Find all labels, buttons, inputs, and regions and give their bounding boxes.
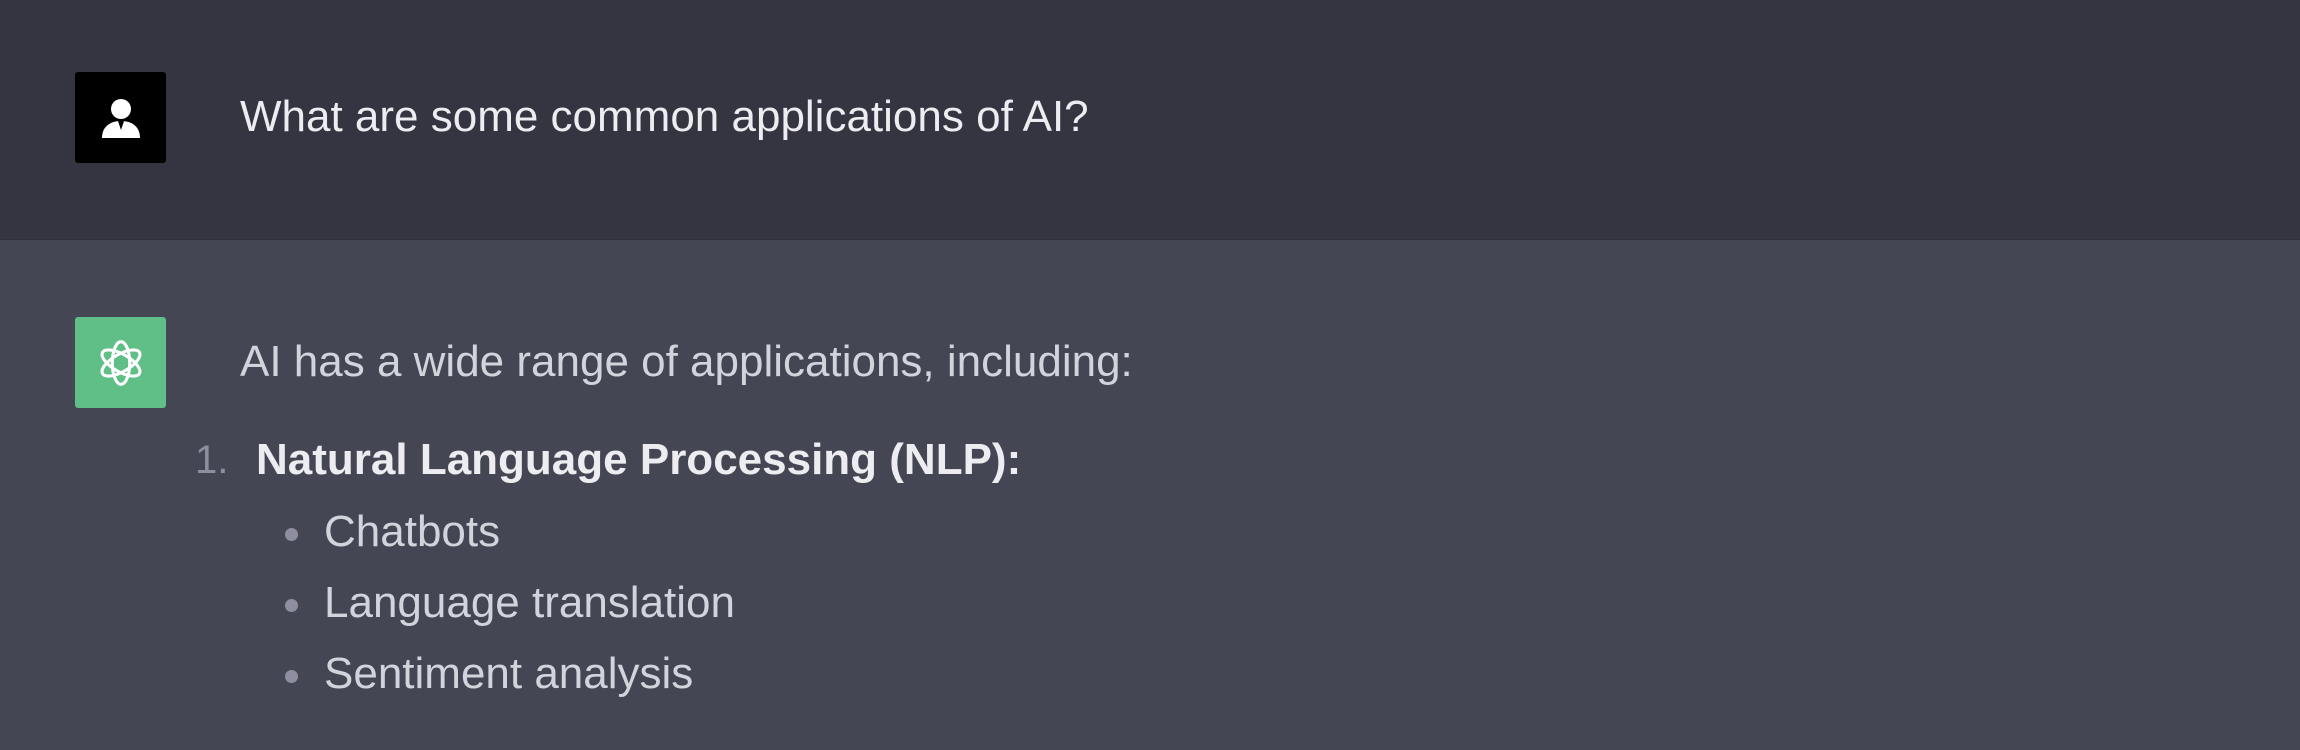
- assistant-avatar: [75, 317, 166, 408]
- list-item-text: Language translation: [324, 578, 735, 627]
- list-item-title: Natural Language Processing (NLP):: [256, 435, 1022, 484]
- bullet-icon: [285, 528, 298, 541]
- user-message-text: What are some common applications of AI?: [240, 92, 1089, 141]
- user-message-row: What are some common applications of AI?: [0, 0, 2300, 240]
- user-silhouette-icon: [101, 98, 140, 138]
- user-avatar: [75, 72, 166, 163]
- list-item: Language translation: [0, 573, 2300, 644]
- assistant-intro-text: AI has a wide range of applications, inc…: [240, 337, 1133, 386]
- ordered-list-item: 1. Natural Language Processing (NLP):: [0, 430, 2300, 490]
- list-item-text: Chatbots: [324, 507, 501, 556]
- sub-list: Chatbots Language translation Sentiment …: [0, 502, 2300, 715]
- bullet-icon: [285, 599, 298, 612]
- list-item-text: Sentiment analysis: [324, 649, 694, 698]
- list-item: Sentiment analysis: [0, 644, 2300, 715]
- list-number: 1.: [195, 438, 229, 482]
- list-item: Chatbots: [0, 502, 2300, 573]
- assistant-message-row: AI has a wide range of applications, inc…: [0, 240, 2300, 750]
- openai-logo-icon: [100, 339, 141, 386]
- bullet-icon: [285, 670, 298, 683]
